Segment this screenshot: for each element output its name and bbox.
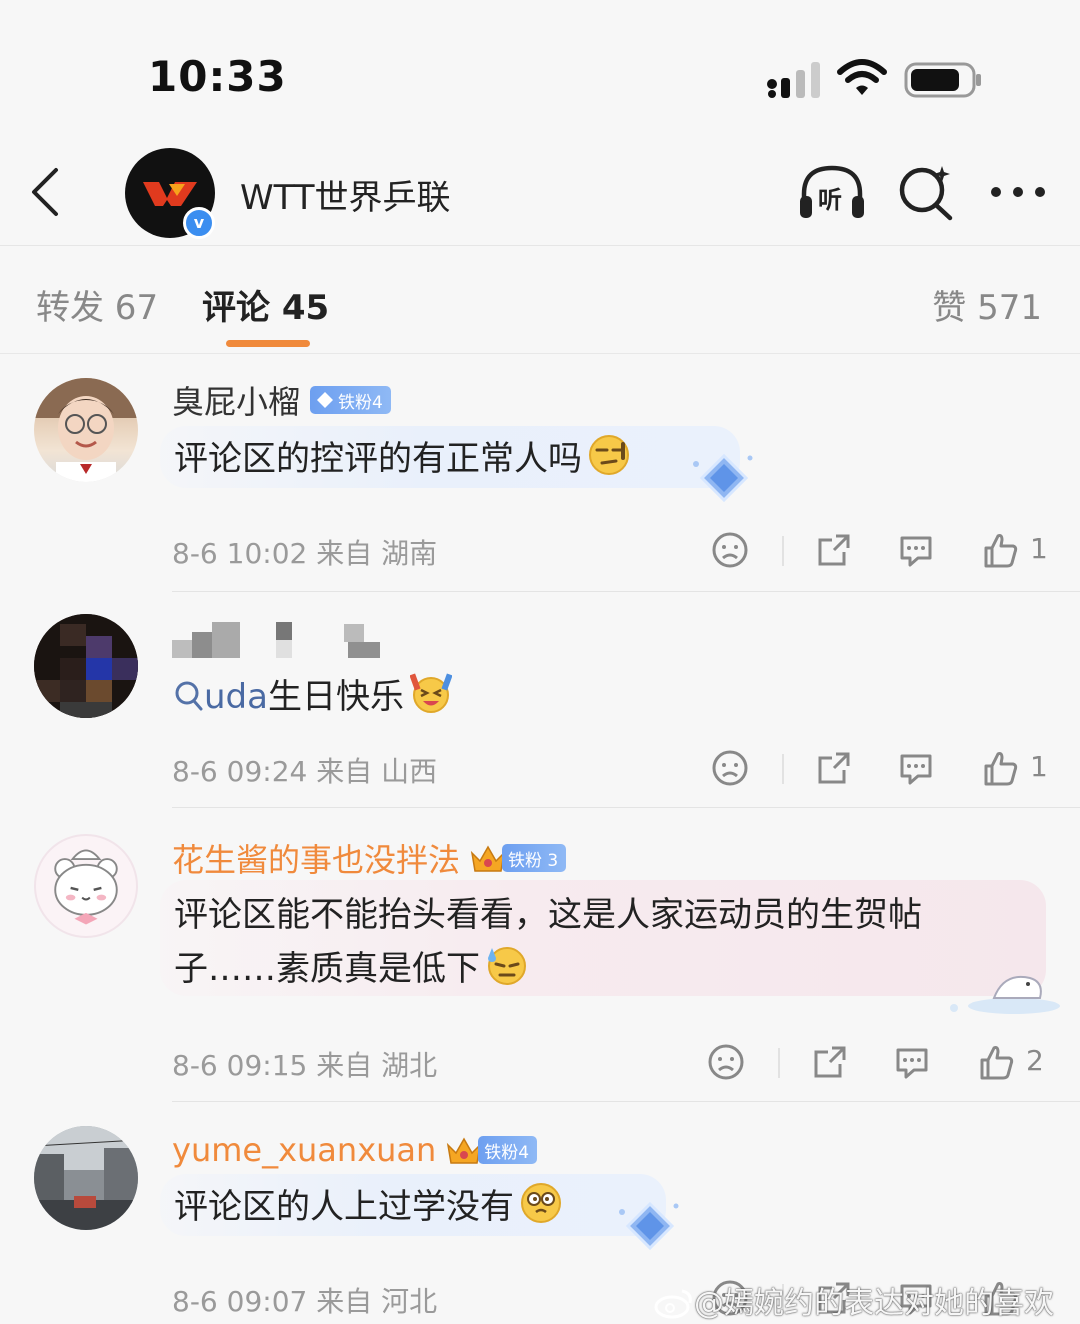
action-separator	[782, 536, 784, 566]
fan-level-label: 铁粉4	[338, 392, 383, 413]
comment-meta: 8-6 09:07 来自 河北	[172, 1285, 438, 1318]
comment-text[interactable]: uda生日快乐	[174, 670, 452, 724]
user-avatar[interactable]	[34, 834, 138, 938]
post-header: v WTT世界乒联 听	[0, 140, 1080, 246]
back-arrow-icon[interactable]	[24, 164, 68, 220]
comment-text-line: 生日快乐	[267, 677, 404, 717]
svg-text:听: 听	[818, 186, 842, 214]
status-bar: 10:33	[0, 0, 1080, 140]
street-photo-avatar-icon	[34, 1126, 138, 1230]
cartoon-bear-avatar-icon	[54, 849, 118, 925]
diamond-sticker-icon	[693, 453, 753, 503]
like-count: 1	[1030, 750, 1048, 783]
dislike-face-icon[interactable]	[706, 1042, 746, 1082]
reply-comment-icon[interactable]	[892, 1042, 932, 1082]
wifi-icon	[837, 59, 887, 95]
post-tabs: 转发 67 评论 45 赞 571	[0, 246, 1080, 354]
battery-icon	[904, 62, 981, 98]
search-icon[interactable]	[896, 162, 956, 222]
pixelated-avatar-icon	[34, 614, 138, 718]
comment-actions: 2	[702, 1042, 1052, 1086]
reply-comment-icon[interactable]	[896, 748, 936, 788]
comment-username[interactable]: yume_xuanxuan	[172, 1131, 436, 1169]
like-count: 1	[1030, 532, 1048, 565]
comment-text-line: 评论区的控评的有正常人吗	[174, 439, 582, 479]
weibo-watermark: @嫣婉约的表达对她的喜欢	[654, 1278, 1054, 1322]
comment-actions: 1	[706, 748, 1056, 792]
comment-header: yume_xuanxuan 铁粉4	[172, 1128, 538, 1172]
comment-item: uda生日快乐 8-6 09:24 来自 山西 1	[0, 592, 1080, 808]
tab-comments[interactable]: 评论 45	[202, 280, 329, 329]
diamond-icon	[317, 392, 334, 408]
weibo-logo-icon	[654, 1289, 692, 1319]
comment-meta: 8-6 09:24 来自 山西	[172, 755, 438, 788]
celebrate-emoji-icon	[409, 673, 452, 713]
dislike-face-icon[interactable]	[710, 530, 750, 570]
active-tab-indicator	[226, 340, 310, 347]
like-thumb-icon[interactable]	[980, 748, 1020, 788]
user-avatar-pixelated[interactable]	[34, 614, 138, 718]
listen-headphones-icon[interactable]: 听	[798, 162, 866, 222]
like-count: 2	[1026, 1044, 1044, 1077]
user-avatar[interactable]	[34, 1126, 138, 1230]
dizzy-emoji-icon	[521, 1183, 561, 1223]
verified-badge-icon: v	[183, 207, 215, 239]
comment-meta: 8-6 10:02 来自 湖南	[172, 537, 438, 570]
avatar-portrait-icon	[34, 378, 138, 482]
comment-meta: 8-6 09:15 来自 湖北	[172, 1049, 438, 1082]
tab-likes[interactable]: 赞 571	[932, 280, 1042, 329]
comment-item: 臭屁小榴 铁粉4 评论区的控评的有正常人吗 8-6 10:02 来自 湖南 1	[0, 354, 1080, 592]
comment-item: 花生酱的事也没拌法 铁粉 3 评论区能不能抬头看看，这是人家运动员的生贺帖 子……	[0, 808, 1080, 1102]
comment-text[interactable]: 评论区的人上过学没有	[174, 1180, 562, 1234]
pixelated-username-icon	[172, 622, 380, 658]
comment-username[interactable]: 花生酱的事也没拌法	[172, 835, 460, 881]
account-name[interactable]: WTT世界乒联	[240, 170, 451, 219]
comment-header: 花生酱的事也没拌法 铁粉 3	[172, 835, 567, 881]
sweat-emoji-icon	[488, 947, 526, 985]
more-options-icon[interactable]	[990, 180, 1046, 204]
comment-text-line: 评论区能不能抬头看看，这是人家运动员的生贺帖	[174, 895, 922, 935]
action-separator	[778, 1048, 780, 1078]
fan-level-badge[interactable]: 铁粉 3	[502, 844, 567, 872]
status-time: 10:33	[148, 52, 287, 101]
fan-level-badge[interactable]: 铁粉4	[478, 1136, 538, 1164]
fan-level-label: 铁粉 3	[508, 850, 559, 871]
fan-level-badge[interactable]: 铁粉4	[310, 386, 391, 414]
like-thumb-icon[interactable]	[976, 1042, 1016, 1082]
comment-header: 臭屁小榴 铁粉4	[172, 378, 391, 422]
comment-text-line: 评论区的人上过学没有	[174, 1187, 514, 1227]
share-icon[interactable]	[810, 1042, 850, 1082]
diamond-sticker-icon	[619, 1201, 679, 1251]
cellular-signal-icon	[767, 62, 820, 98]
comment-username[interactable]: 臭屁小榴	[172, 377, 300, 423]
action-separator	[782, 754, 784, 784]
fan-level-label: 铁粉4	[484, 1142, 530, 1163]
search-keyword-icon	[175, 681, 203, 711]
comment-actions: 1	[706, 530, 1056, 574]
search-keyword-link[interactable]: uda	[204, 677, 268, 717]
share-icon[interactable]	[814, 530, 854, 570]
user-avatar[interactable]	[34, 378, 138, 482]
tab-forwards[interactable]: 转发 67	[36, 280, 158, 329]
seal-sticker-icon	[950, 976, 1060, 1014]
like-thumb-icon[interactable]	[980, 530, 1020, 570]
comment-text[interactable]: 评论区能不能抬头看看，这是人家运动员的生贺帖 子……素质真是低下	[174, 888, 922, 996]
share-icon[interactable]	[814, 748, 854, 788]
smirk-emoji-icon	[589, 435, 629, 475]
watermark-text: @嫣婉约的表达对她的喜欢	[694, 1286, 1054, 1321]
comment-text[interactable]: 评论区的控评的有正常人吗	[174, 432, 630, 486]
reply-comment-icon[interactable]	[896, 530, 936, 570]
comment-text-line: 子……素质真是低下	[174, 949, 480, 989]
dislike-face-icon[interactable]	[710, 748, 750, 788]
comment-header	[172, 618, 382, 662]
